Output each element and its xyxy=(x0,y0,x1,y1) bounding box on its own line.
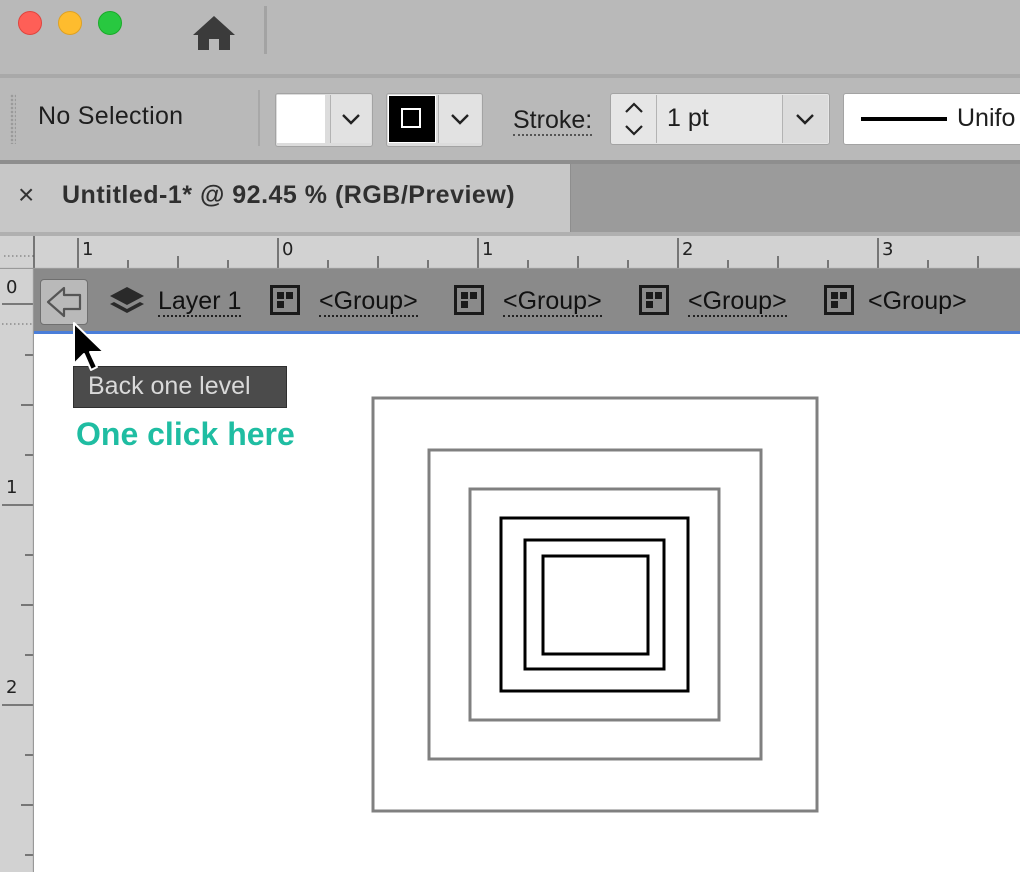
window-close-button[interactable] xyxy=(18,11,42,35)
window-maximize-button[interactable] xyxy=(98,11,122,35)
breadcrumb-group[interactable]: <Group> xyxy=(503,287,602,317)
group-icon xyxy=(824,285,854,315)
stroke-profile-preview xyxy=(861,117,947,121)
tab-close-icon[interactable]: × xyxy=(18,181,42,209)
stroke-dropdown-button[interactable] xyxy=(438,95,481,143)
arrow-left-outline-icon xyxy=(46,286,82,318)
title-separator xyxy=(264,6,267,54)
vertical-ruler[interactable]: 0 1 2 xyxy=(0,269,34,872)
layers-icon xyxy=(108,283,146,319)
stroke-weight-dropdown-button[interactable] xyxy=(782,95,828,143)
stroke-weight-input[interactable]: 1 pt xyxy=(667,104,709,133)
chevron-down-icon xyxy=(796,114,814,125)
home-icon xyxy=(193,16,235,50)
breadcrumb-group[interactable]: <Group> xyxy=(688,287,787,317)
tooltip-text: Back one level xyxy=(88,372,251,400)
group-icon xyxy=(454,285,484,315)
back-one-level-button[interactable] xyxy=(40,279,88,325)
ruler-label: 2 xyxy=(682,239,694,260)
fifth-square xyxy=(523,538,666,671)
breadcrumb-group-current[interactable]: <Group> xyxy=(868,287,967,315)
window-minimize-button[interactable] xyxy=(58,11,82,35)
second-square xyxy=(427,448,763,761)
annotation-label: One click here xyxy=(76,416,295,452)
ruler-label: 0 xyxy=(282,239,294,260)
stroke-swatch-icon xyxy=(401,108,421,128)
home-button[interactable] xyxy=(188,10,240,54)
control-bar-separator xyxy=(258,90,260,146)
artwork xyxy=(371,396,819,813)
stroke-profile-label: Unifo xyxy=(957,104,1016,132)
third-square xyxy=(468,487,721,722)
fourth-square xyxy=(499,516,690,693)
ruler-label: 1 xyxy=(6,477,18,498)
stepper-arrows-icon xyxy=(625,102,643,136)
chevron-down-icon xyxy=(451,114,469,125)
selection-label: No Selection xyxy=(38,102,184,130)
fill-swatch[interactable] xyxy=(277,95,325,143)
chevron-down-icon xyxy=(342,114,360,125)
vertical-ruler-ticks xyxy=(2,269,34,872)
breadcrumb-layer[interactable]: Layer 1 xyxy=(158,287,242,317)
ruler-label: 0 xyxy=(6,277,18,298)
stroke-weight-stepper[interactable] xyxy=(612,95,657,143)
stroke-label[interactable]: Stroke: xyxy=(513,106,593,136)
control-bar-grip[interactable] xyxy=(10,94,16,144)
ruler-label: 3 xyxy=(882,239,894,260)
inner-square xyxy=(541,554,650,656)
document-tab-title: Untitled-1* @ 92.45 % (RGB/Preview) xyxy=(62,181,516,209)
ruler-label: 1 xyxy=(482,239,494,260)
breadcrumb-group[interactable]: <Group> xyxy=(319,287,418,317)
ruler-label: 1 xyxy=(82,239,94,260)
outer-square xyxy=(371,396,819,813)
fill-dropdown-button[interactable] xyxy=(330,95,371,143)
ruler-label: 2 xyxy=(6,677,18,698)
group-icon xyxy=(639,285,669,315)
horizontal-ruler[interactable]: 1 0 1 2 3 xyxy=(0,236,1020,269)
group-icon xyxy=(270,285,300,315)
mouse-pointer-icon xyxy=(70,320,110,376)
horizontal-ruler-ticks xyxy=(0,236,1020,269)
title-bar xyxy=(0,0,1020,76)
artboard-canvas[interactable] xyxy=(34,334,1020,872)
